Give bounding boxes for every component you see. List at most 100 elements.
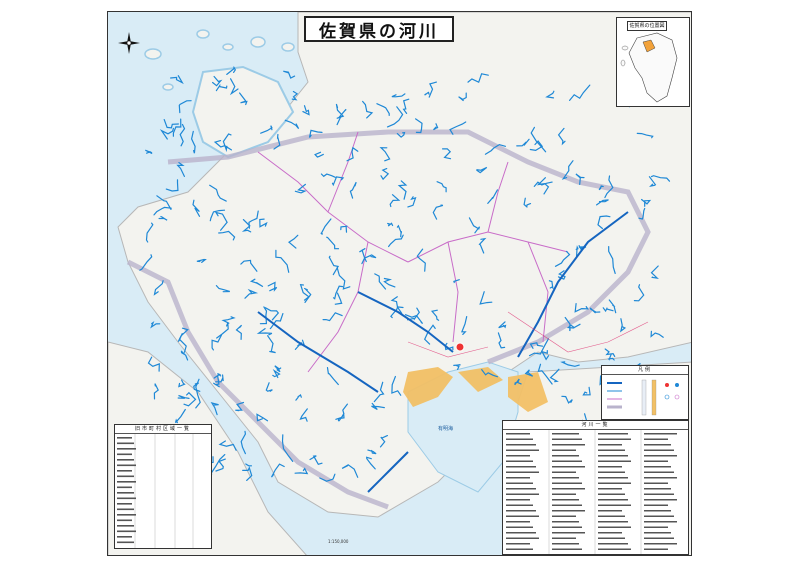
table-row — [644, 548, 668, 550]
table-row — [644, 488, 671, 490]
table-row — [598, 493, 625, 495]
table-row — [117, 530, 136, 533]
table-row — [552, 499, 579, 501]
table-row — [552, 455, 579, 457]
table-row — [598, 460, 631, 462]
table-row — [598, 504, 631, 506]
table-row — [117, 442, 134, 445]
table-row — [598, 455, 628, 457]
table-row — [117, 448, 136, 450]
scale-text: 1:150,000 — [328, 539, 349, 544]
legend-panel: 凡例 — [601, 365, 689, 420]
table-row — [506, 543, 530, 545]
table-row — [598, 482, 631, 484]
table-row — [598, 477, 628, 479]
table-row — [598, 449, 625, 451]
table-row — [598, 471, 625, 473]
table-row — [644, 543, 677, 545]
table-row — [506, 455, 530, 457]
table-row — [644, 510, 671, 512]
table-row — [552, 460, 582, 462]
table-row — [506, 526, 533, 528]
table-row — [117, 508, 134, 511]
table-row — [552, 477, 579, 479]
table-row — [644, 504, 668, 506]
table-row — [117, 486, 132, 489]
table-row — [598, 438, 631, 440]
table-row — [552, 438, 582, 440]
table-row — [644, 526, 668, 528]
table-row — [506, 433, 530, 435]
table-row — [506, 521, 530, 523]
table-row — [506, 510, 536, 512]
table-row — [506, 449, 539, 451]
table-row — [644, 444, 671, 446]
table-row — [644, 515, 674, 517]
map-sheet: 有明海 佐賀県の河川 佐賀県の位置図 凡例 旧市町村区域一覧 河川一覧 1:15… — [107, 11, 692, 556]
table-row — [552, 515, 576, 517]
bay-label: 有明海 — [438, 425, 453, 432]
table-row — [117, 459, 134, 461]
table-row — [117, 437, 132, 439]
table-row — [644, 537, 674, 539]
table-row — [117, 492, 134, 494]
table-row — [552, 471, 576, 473]
table-row — [598, 510, 622, 512]
table-row — [117, 519, 132, 522]
table-row — [598, 515, 625, 517]
table-row — [117, 536, 132, 538]
map-title: 佐賀県の河川 — [304, 16, 454, 42]
table-row — [506, 444, 536, 446]
table-row — [644, 466, 671, 468]
compass-icon — [118, 32, 140, 54]
table-row — [644, 521, 677, 523]
table-row — [506, 466, 536, 468]
table-row — [117, 503, 132, 505]
table-row — [506, 471, 539, 473]
left-table-heading: 旧市町村区域一覧 — [115, 425, 211, 434]
table-row — [552, 532, 585, 534]
table-row — [598, 548, 631, 550]
table-row — [598, 537, 625, 539]
table-row — [506, 537, 539, 539]
table-row — [552, 482, 582, 484]
municipality-table: 旧市町村区域一覧 — [114, 424, 212, 549]
table-row — [117, 481, 136, 483]
river-table-grid — [506, 430, 677, 554]
table-row — [644, 482, 668, 484]
kyushu-outline — [620, 32, 678, 103]
table-row — [117, 525, 134, 527]
location-inset: 佐賀県の位置図 — [616, 17, 690, 107]
table-row — [644, 532, 671, 534]
table-row — [552, 504, 582, 506]
table-row — [117, 497, 136, 500]
right-table-heading: 河川一覧 — [503, 421, 688, 430]
table-row — [117, 514, 136, 516]
table-row — [506, 488, 536, 490]
table-row — [598, 488, 622, 490]
table-row — [644, 455, 677, 457]
table-row — [552, 526, 582, 528]
table-row — [117, 541, 134, 544]
table-row — [552, 510, 585, 512]
table-row — [506, 504, 533, 506]
table-row — [644, 471, 674, 473]
table-row — [117, 475, 134, 478]
river-table: 河川一覧 — [502, 420, 689, 555]
table-row — [644, 477, 677, 479]
table-row — [117, 453, 132, 456]
table-row — [117, 470, 132, 472]
table-row — [506, 493, 539, 495]
table-row — [506, 438, 533, 440]
table-row — [552, 466, 585, 468]
table-row — [598, 532, 622, 534]
table-row — [552, 433, 579, 435]
table-row — [598, 499, 628, 501]
table-row — [644, 438, 668, 440]
table-row — [117, 464, 136, 467]
table-row — [598, 433, 628, 435]
table-row — [598, 521, 628, 523]
table-row — [598, 543, 628, 545]
table-row — [506, 499, 530, 501]
table-row — [644, 460, 668, 462]
